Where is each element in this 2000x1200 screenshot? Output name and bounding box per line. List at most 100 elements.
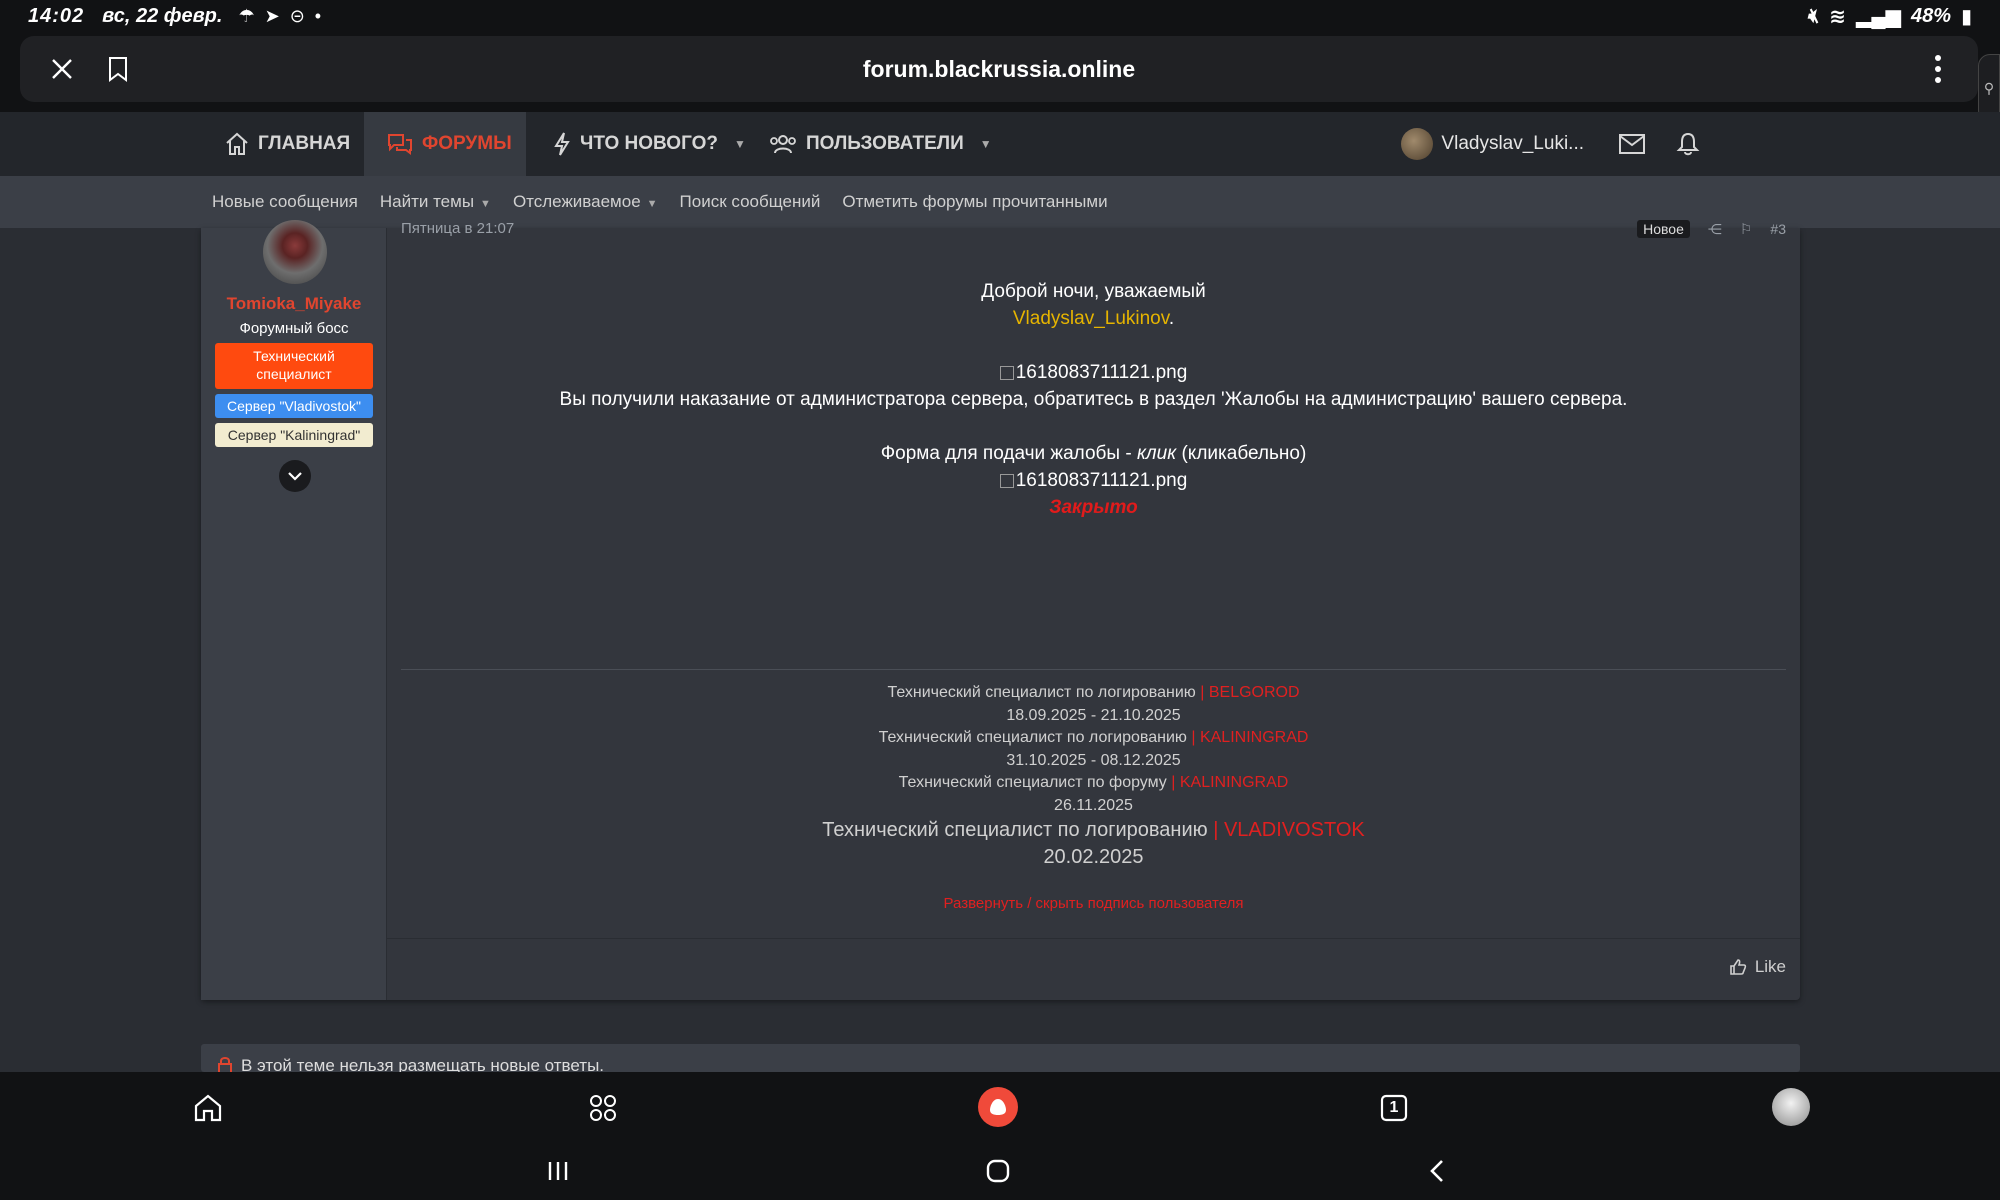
signature-toggle-link[interactable]: Развернуть / скрыть подпись пользователя — [401, 895, 1786, 912]
sig-role: Технический специалист по логированию — [822, 819, 1208, 841]
apps-grid-icon[interactable] — [585, 1090, 621, 1126]
browser-toolbar: forum.blackrussia.online ⚲ — [0, 32, 2000, 122]
more-menu-icon[interactable] — [1926, 49, 1950, 89]
bookmark-icon[interactable]: ⚐ — [1740, 221, 1753, 238]
telegram-icon: ➤ — [264, 5, 280, 26]
sig-role: Технический специалист по логированию — [887, 684, 1196, 701]
signature: Технический специалист по логированию | … — [401, 669, 1786, 912]
mail-icon[interactable] — [1618, 133, 1646, 155]
battery-level: 48% — [1910, 4, 1951, 27]
post: Tomioka_Miyake Форумный босс Технический… — [201, 220, 1800, 1000]
badge-server-vladivostok: Сервер "Vladivostok" — [215, 394, 373, 418]
account-username: Vladyslav_Luki... — [1441, 133, 1584, 154]
home-icon[interactable] — [190, 1090, 226, 1126]
nav-home-label: ГЛАВНАЯ — [258, 133, 351, 154]
nav-whats-new[interactable]: ЧТО НОВОГО? ▼ — [552, 112, 746, 176]
back-icon[interactable] — [1422, 1156, 1452, 1186]
like-label: Like — [1754, 957, 1786, 976]
image-icon — [999, 365, 1014, 380]
signature-dates: 20.02.2025 — [1043, 846, 1144, 868]
form-suffix: (кликабельно) — [1176, 443, 1307, 464]
users-icon — [770, 135, 796, 154]
expand-user-info-button[interactable] — [279, 460, 311, 492]
sig-role: Технический специалист по логированию — [878, 729, 1187, 746]
alice-assistant-icon[interactable] — [978, 1087, 1018, 1127]
signature-dates: 18.09.2025 - 21.10.2025 — [1006, 706, 1181, 724]
avatar — [1401, 128, 1434, 160]
image-icon — [999, 473, 1014, 488]
nav-users-label: ПОЛЬЗОВАТЕЛИ — [806, 133, 964, 154]
chevron-down-icon: ▼ — [733, 137, 746, 151]
dot-icon: • — [314, 5, 322, 26]
signal-icon: ▂▄▆ — [1856, 5, 1901, 28]
clock: 14:02 — [28, 4, 85, 27]
post-header: Пятница в 21:07 Новое ⋲ ⚐ #3 — [401, 220, 1786, 242]
battery-icon: ▮ — [1960, 5, 1972, 28]
like-button[interactable]: Like — [1729, 957, 1786, 977]
notification-icons: ☂ ➤ ⊝ • — [238, 6, 321, 27]
subnav-watched-label: Отслеживаемое — [512, 192, 641, 211]
address-bar[interactable]: forum.blackrussia.online — [20, 36, 1978, 102]
account-menu[interactable]: Vladyslav_Luki... — [1401, 128, 1584, 160]
thumbs-up-icon — [1730, 959, 1747, 975]
chevron-down-icon — [288, 472, 302, 481]
profile-avatar[interactable] — [1772, 1088, 1810, 1126]
post-author-title: Форумный босс — [239, 320, 349, 337]
tabs-count: 1 — [1389, 1099, 1399, 1116]
browser-bottom-bar: 1 — [0, 1072, 2000, 1142]
chevron-down-icon: ▼ — [646, 198, 658, 210]
subnav-new-messages[interactable]: Новые сообщения — [212, 192, 358, 212]
home-icon — [226, 132, 248, 155]
sig-server: | KALININGRAD — [1166, 774, 1289, 791]
post-date[interactable]: Пятница в 21:07 — [401, 220, 514, 237]
broken-image-2: 1618083711121.png — [401, 467, 1786, 494]
badge-server-kaliningrad: Сервер "Kaliningrad" — [215, 423, 373, 447]
new-badge: Новое — [1637, 220, 1690, 238]
forum-main-nav: ГЛАВНАЯ ФОРУМЫ ЧТО НОВОГО? ▼ ПОЛЬЗОВАТЕЛ… — [0, 112, 2000, 176]
form-link[interactable]: клик — [1137, 443, 1176, 464]
post-number[interactable]: #3 — [1770, 221, 1786, 237]
home-circle-icon[interactable] — [983, 1156, 1013, 1186]
post-body: Доброй ночи, уважаемый Vladyslav_Lukinov… — [401, 278, 1786, 521]
image-alt: 1618083711121.png — [1015, 470, 1188, 491]
system-status-bar: 14:02 вс, 22 февр. ☂ ➤ ⊝ • 🔇︎ ≋ ▂▄▆ 48% … — [0, 0, 2000, 32]
image-alt: 1618083711121.png — [1015, 362, 1188, 383]
signature-dates: 31.10.2025 - 08.12.2025 — [1006, 751, 1181, 769]
tabs-icon[interactable]: 1 — [1376, 1090, 1412, 1126]
share-icon[interactable]: ⋲ — [1708, 221, 1722, 238]
umbrella-icon: ☂ — [238, 5, 255, 26]
nav-forums[interactable]: ФОРУМЫ — [364, 112, 526, 176]
post-user-panel: Tomioka_Miyake Форумный босс Технический… — [201, 220, 387, 1000]
user-mention[interactable]: Vladyslav_Lukinov — [1013, 308, 1169, 329]
greeting: Доброй ночи, уважаемый — [981, 281, 1206, 302]
recents-icon[interactable] — [543, 1156, 573, 1186]
sig-role: Технический специалист по форуму — [898, 774, 1167, 791]
nav-account: Vladyslav_Luki... — [1401, 112, 1700, 176]
post-footer: Like — [387, 938, 1800, 1000]
thread-locked-notice: В этой теме нельзя размещать новые ответ… — [201, 1044, 1800, 1072]
post-author[interactable]: Tomioka_Miyake — [201, 294, 387, 314]
sig-server: | BELGOROD — [1195, 684, 1300, 701]
nav-users[interactable]: ПОЛЬЗОВАТЕЛИ ▼ — [768, 112, 992, 176]
comments-icon — [388, 134, 412, 155]
post-tools: Новое ⋲ ⚐ #3 — [1637, 220, 1786, 238]
subnav-watched[interactable]: Отслеживаемое ▼ — [513, 192, 658, 212]
subnav-search[interactable]: Поиск сообщений — [680, 192, 821, 212]
signature-line: Технический специалист по форуму | KALIN… — [401, 772, 1786, 795]
nav-whats-new-label: ЧТО НОВОГО? — [580, 133, 718, 154]
url-text[interactable]: forum.blackrussia.online — [20, 56, 1978, 83]
dnd-icon: ⊝ — [289, 5, 305, 26]
signature-line: Технический специалист по логированию | … — [401, 817, 1786, 844]
closed-label: Закрыто — [1049, 497, 1138, 518]
nav-home[interactable]: ГЛАВНАЯ — [224, 112, 350, 176]
avatar[interactable] — [263, 220, 327, 284]
locked-text: В этой теме нельзя размещать новые ответ… — [241, 1056, 605, 1072]
sig-server: | VLADIVOSTOK — [1207, 819, 1365, 841]
lock-icon — [218, 1057, 232, 1072]
bell-icon[interactable] — [1676, 131, 1700, 157]
subnav-mark-read[interactable]: Отметить форумы прочитанными — [842, 192, 1107, 212]
wifi-icon: ≋ — [1829, 5, 1847, 28]
subnav-find-threads[interactable]: Найти темы ▼ — [380, 192, 491, 212]
chevron-down-icon: ▼ — [480, 198, 491, 210]
complaint-form-line: Форма для подачи жалобы - клик (кликабел… — [401, 440, 1786, 467]
